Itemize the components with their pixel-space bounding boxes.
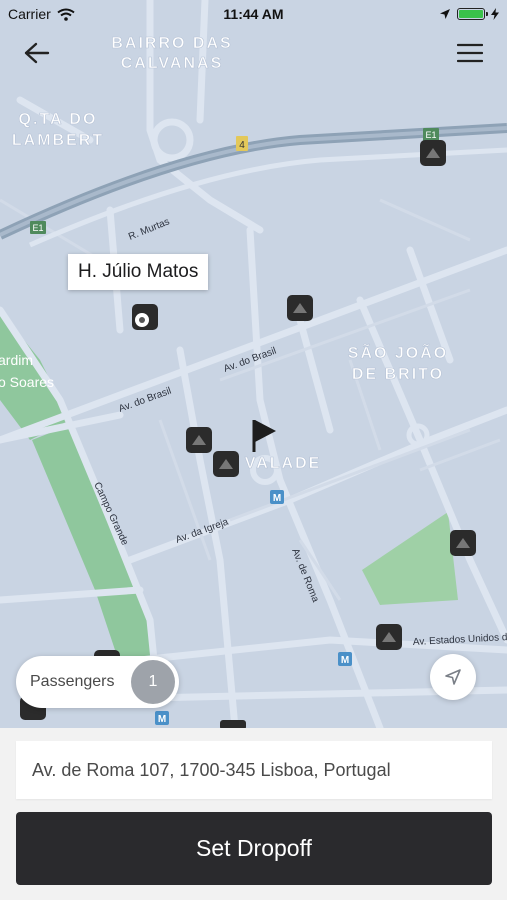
status-time: 11:44 AM — [223, 6, 284, 22]
metro-icon: M — [155, 711, 169, 725]
metro-icon: M — [270, 490, 284, 504]
park-label: ardim — [0, 352, 33, 368]
place-callout[interactable]: H. Júlio Matos — [68, 254, 209, 290]
area-label: LAMBERT — [12, 132, 104, 149]
back-button[interactable] — [22, 38, 52, 68]
locate-me-button[interactable] — [430, 654, 476, 700]
location-arrow-icon — [445, 669, 461, 685]
svg-text:M: M — [273, 493, 281, 504]
driver-marker-icon[interactable] — [376, 624, 402, 650]
svg-text:M: M — [158, 714, 166, 725]
area-label: VALADE — [245, 455, 322, 472]
svg-text:M: M — [341, 655, 349, 666]
driver-marker-icon[interactable] — [213, 451, 239, 477]
menu-button[interactable] — [455, 38, 485, 68]
battery-icon — [457, 8, 488, 20]
status-bar: Carrier 11:44 AM — [0, 0, 507, 28]
area-label: Q.TA DO — [19, 111, 98, 128]
svg-text:4: 4 — [239, 140, 245, 151]
driver-marker-icon[interactable] — [420, 140, 446, 166]
driver-marker-icon[interactable] — [186, 427, 212, 453]
area-label: SÃO JOÃO — [348, 342, 448, 362]
svg-text:E1: E1 — [32, 223, 43, 233]
location-services-icon — [440, 9, 450, 19]
park-label: o Soares — [0, 374, 54, 390]
passengers-count[interactable]: 1 — [131, 660, 175, 704]
passengers-label: Passengers — [30, 673, 115, 690]
road-shield: E1 — [423, 128, 439, 141]
wifi-icon — [57, 8, 75, 21]
address-field[interactable]: Av. de Roma 107, 1700-345 Lisboa, Portug… — [16, 741, 492, 799]
passengers-selector[interactable]: Passengers 1 — [16, 656, 179, 708]
driver-marker-icon[interactable] — [287, 295, 313, 321]
road-shield: E1 — [30, 221, 46, 234]
area-label: DE BRITO — [352, 366, 444, 383]
battery-level — [459, 10, 483, 18]
charging-icon — [491, 8, 499, 20]
road-shield: 4 — [236, 136, 248, 151]
metro-icon: M — [338, 652, 352, 666]
carrier-label: Carrier — [8, 6, 51, 22]
driver-marker-icon[interactable] — [450, 530, 476, 556]
area-label: BAIRRO DAS — [111, 35, 232, 52]
arrow-left-icon — [24, 42, 50, 64]
set-dropoff-button[interactable]: Set Dropoff — [16, 812, 492, 885]
app-screen: BAIRRO DAS CALVANAS Q.TA DO LAMBERT SÃO … — [0, 0, 507, 900]
area-label: CALVANAS — [121, 55, 224, 72]
hamburger-menu-icon — [457, 43, 483, 63]
landmark-icon[interactable] — [132, 304, 158, 330]
svg-text:E1: E1 — [425, 130, 436, 140]
